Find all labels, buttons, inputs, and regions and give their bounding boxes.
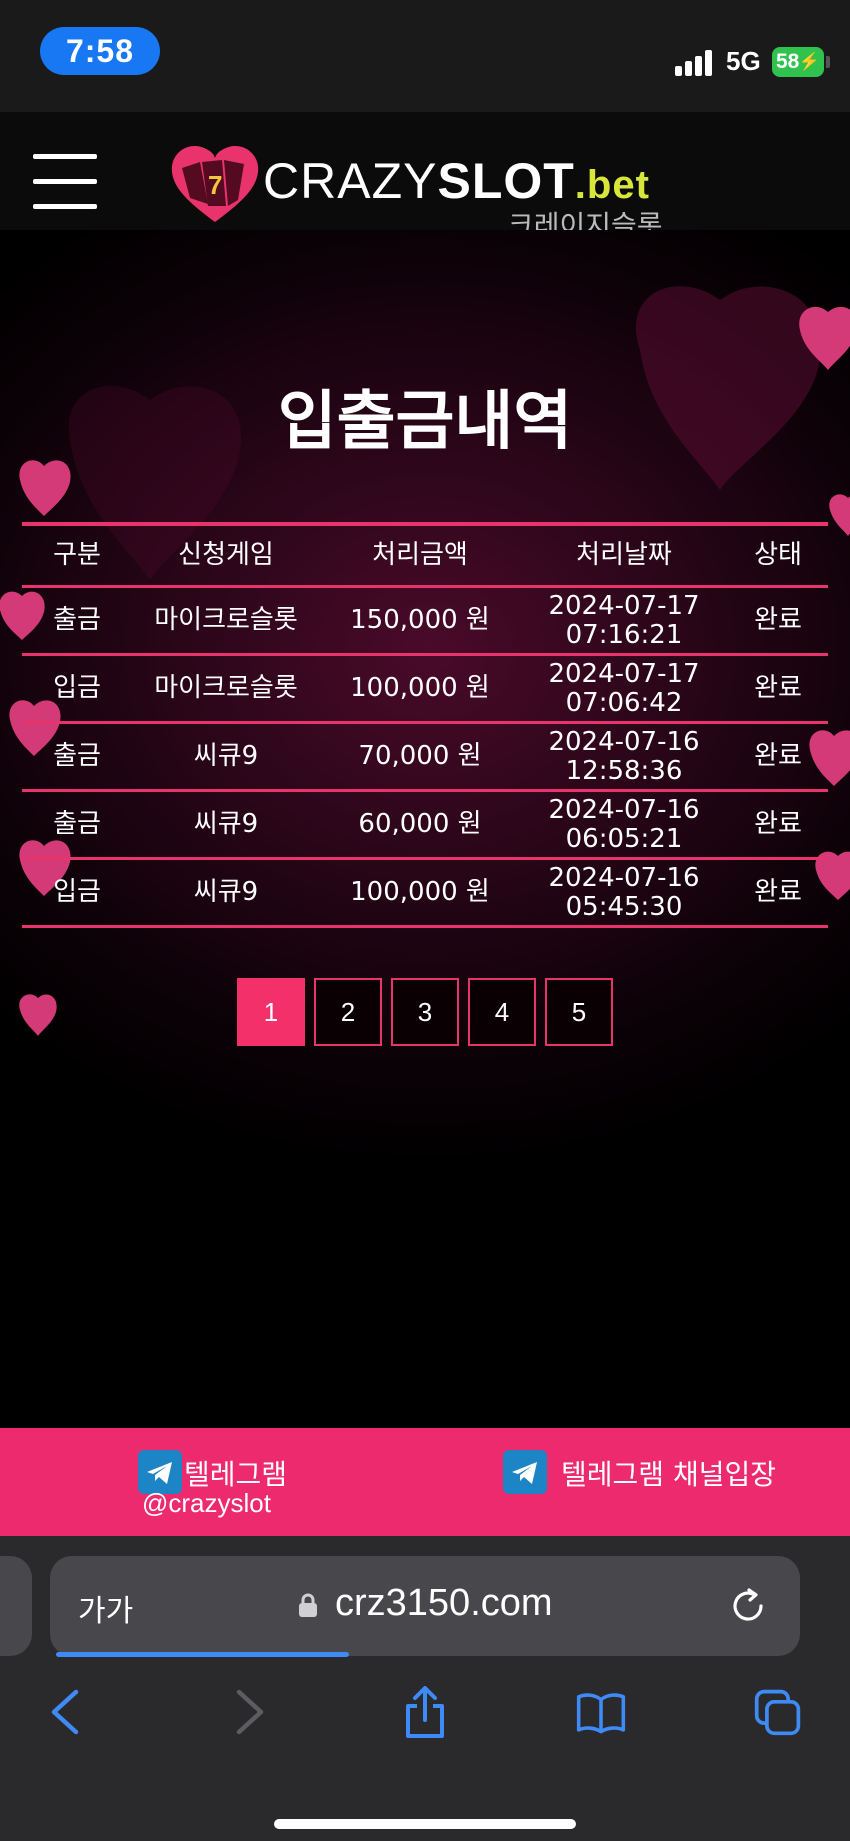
column-header-amount: 처리금액 [372, 540, 468, 570]
cell-date: 2024-07-17 [548, 590, 700, 621]
text-size-button[interactable]: 가가 [78, 1586, 133, 1630]
svg-text:7: 7 [208, 170, 222, 200]
page-button-3[interactable]: 3 [391, 978, 459, 1046]
table-row: 출금 씨큐9 70,000 원 2024-07-16 12:58:36 완료 [22, 724, 828, 792]
url-text: crz3150.com [335, 1582, 553, 1624]
main-content: 입출금내역 구분 신청게임 처리금액 처리날짜 상태 출금 마이크로슬롯 150… [0, 230, 850, 1428]
table-header-row: 구분 신청게임 처리금액 처리날짜 상태 [22, 522, 828, 588]
cellular-signal-icon [675, 50, 715, 76]
cell-amount: 70,000 원 [358, 741, 482, 771]
cell-status: 완료 [754, 809, 802, 839]
cell-time: 07:06:42 [565, 687, 683, 718]
column-header-status: 상태 [754, 540, 802, 570]
page-button-5[interactable]: 5 [545, 978, 613, 1046]
address-bar[interactable]: 가가 crz3150.com [50, 1556, 800, 1656]
cell-date: 2024-07-16 [548, 726, 700, 757]
page-button-4[interactable]: 4 [468, 978, 536, 1046]
cell-datetime: 2024-07-17 07:16:21 [520, 588, 728, 653]
table-row: 출금 마이크로슬롯 150,000 원 2024-07-17 07:16:21 … [22, 588, 828, 656]
page-button-2[interactable]: 2 [314, 978, 382, 1046]
telegram-label: 텔레그램 [184, 1458, 288, 1491]
logo-text-light: CRAZY [263, 153, 438, 209]
page-load-progress-bar [56, 1652, 349, 1657]
cell-game: 씨큐9 [193, 741, 259, 771]
cell-datetime: 2024-07-16 12:58:36 [520, 724, 728, 789]
cell-status: 완료 [754, 877, 802, 907]
cell-type: 출금 [53, 809, 101, 839]
transaction-table: 구분 신청게임 처리금액 처리날짜 상태 출금 마이크로슬롯 150,000 원… [22, 522, 828, 928]
cell-game: 마이크로슬롯 [154, 605, 298, 635]
page-button-1[interactable]: 1 [237, 978, 305, 1046]
column-header-type: 구분 [53, 540, 101, 570]
lock-icon [299, 1593, 317, 1617]
reload-icon[interactable] [728, 1586, 768, 1626]
cell-amount: 100,000 원 [350, 877, 490, 907]
bookmarks-icon[interactable] [576, 1686, 626, 1738]
cell-amount: 100,000 원 [350, 673, 490, 703]
status-bar: 7:58 5G 58 ⚡ [0, 0, 850, 112]
menu-icon[interactable] [33, 154, 97, 210]
battery-level: 58 [776, 50, 800, 73]
cell-type: 입금 [53, 877, 101, 907]
cell-time: 05:45:30 [565, 891, 683, 922]
cell-status: 완료 [754, 741, 802, 771]
table-row: 입금 마이크로슬롯 100,000 원 2024-07-17 07:06:42 … [22, 656, 828, 724]
cell-game: 마이크로슬롯 [154, 673, 298, 703]
cell-datetime: 2024-07-17 07:06:42 [520, 656, 728, 721]
page-title: 입출금내역 [277, 385, 573, 459]
previous-tab-edge[interactable] [0, 1556, 32, 1656]
table-row: 입금 씨큐9 100,000 원 2024-07-16 05:45:30 완료 [22, 860, 828, 928]
site-header: 7 CRAZYSLOT.bet 크레이지슬롯 [0, 112, 850, 242]
cell-amount: 150,000 원 [350, 605, 490, 635]
battery-tip [826, 56, 830, 68]
table-row: 출금 씨큐9 60,000 원 2024-07-16 06:05:21 완료 [22, 792, 828, 860]
cell-time: 06:05:21 [565, 823, 683, 854]
logo-wordmark: CRAZYSLOT.bet [263, 152, 650, 210]
logo-text-tld: .bet [574, 163, 650, 207]
cell-type: 출금 [53, 605, 101, 635]
share-icon[interactable] [400, 1686, 450, 1738]
telegram-handle[interactable]: @crazyslot [142, 1488, 271, 1519]
cell-date: 2024-07-16 [548, 794, 700, 825]
cell-datetime: 2024-07-16 05:45:30 [520, 860, 728, 925]
charging-bolt-icon: ⚡ [798, 52, 820, 71]
forward-icon[interactable] [225, 1686, 275, 1738]
site-logo[interactable]: 7 CRAZYSLOT.bet 크레이지슬롯 [168, 142, 688, 242]
column-header-date: 처리날짜 [576, 540, 672, 570]
browser-toolbar: 가가 crz3150.com [0, 1536, 850, 1841]
cell-type: 출금 [53, 741, 101, 771]
tabs-icon[interactable] [753, 1686, 803, 1738]
telegram-icon [503, 1450, 547, 1494]
cell-date: 2024-07-16 [548, 862, 700, 893]
cell-date: 2024-07-17 [548, 658, 700, 689]
cell-time: 12:58:36 [565, 755, 683, 786]
cell-status: 완료 [754, 673, 802, 703]
heart-slot-logo-icon: 7 [171, 145, 259, 222]
cell-datetime: 2024-07-16 06:05:21 [520, 792, 728, 857]
cell-game: 씨큐9 [193, 809, 259, 839]
column-header-game: 신청게임 [178, 540, 274, 570]
network-type: 5G [726, 46, 761, 76]
telegram-bar: 텔레그램 @crazyslot 텔레그램 채널입장 [0, 1428, 850, 1536]
telegram-channel-link[interactable]: 텔레그램 채널입장 [503, 1450, 783, 1496]
cell-time: 07:16:21 [565, 619, 683, 650]
cell-status: 완료 [754, 605, 802, 635]
battery-icon: 58 ⚡ [772, 47, 824, 77]
clock: 7:58 [40, 27, 160, 75]
telegram-channel-label: 텔레그램 채널입장 [561, 1458, 776, 1491]
cell-type: 입금 [53, 673, 101, 703]
back-icon[interactable] [40, 1686, 90, 1738]
cell-game: 씨큐9 [193, 877, 259, 907]
home-indicator[interactable] [274, 1819, 576, 1829]
logo-text-bold: SLOT [437, 153, 575, 209]
cell-amount: 60,000 원 [358, 809, 482, 839]
